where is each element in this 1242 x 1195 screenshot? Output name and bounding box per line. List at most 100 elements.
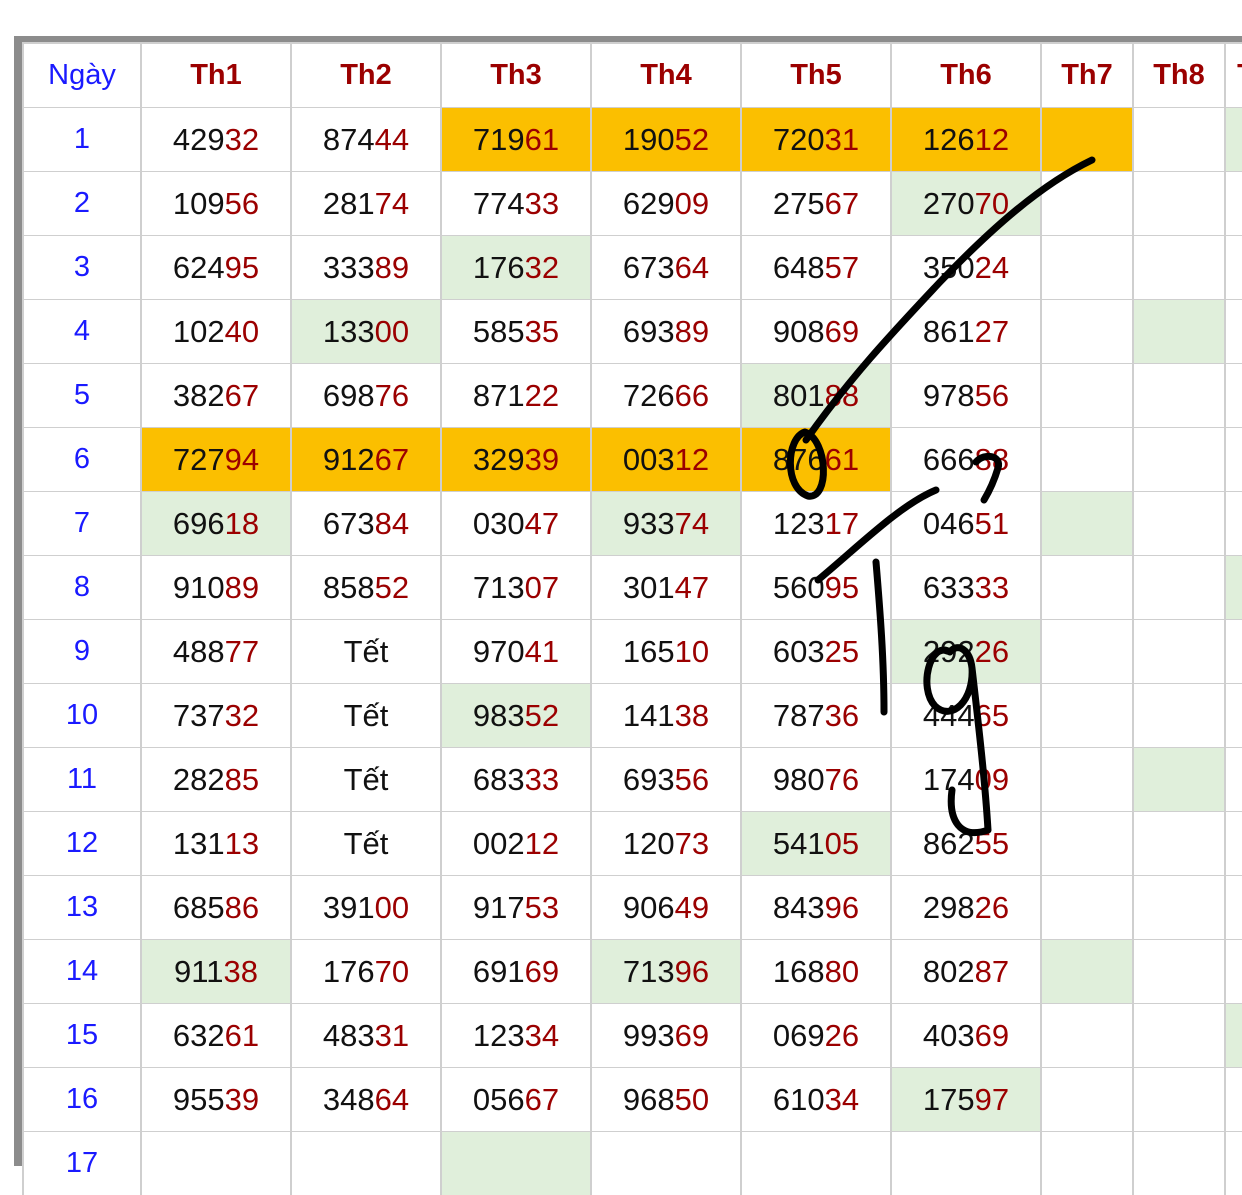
result-prefix: 993 [622, 1017, 675, 1053]
day-number: 3 [24, 236, 140, 299]
result-cell: 906 49 [592, 876, 740, 939]
result-cell: 993 69 [592, 1004, 740, 1067]
result-cell: 275 67 [742, 172, 890, 235]
result-prefix: 713 [622, 953, 675, 989]
result-cell: 719 61 [442, 108, 590, 171]
header-th3: Th3 [442, 44, 590, 107]
result-prefix: 329 [472, 441, 525, 477]
result-cell [1134, 556, 1224, 619]
result-prefix: 176 [472, 249, 525, 285]
result-prefix: 270 [922, 185, 975, 221]
result-prefix: 126 [922, 121, 975, 157]
result-cell [1226, 812, 1242, 875]
result-cell: 843 96 [742, 876, 890, 939]
result-tail: 69 [824, 313, 860, 349]
result-cell: 774 33 [442, 172, 590, 235]
result-prefix: 168 [772, 953, 825, 989]
result-cell [1042, 364, 1132, 427]
result-cell [1134, 364, 1224, 427]
result-prefix: 610 [772, 1081, 825, 1117]
result-cell: 298 26 [892, 876, 1040, 939]
result-cell [1134, 940, 1224, 1003]
result-tail: 97 [974, 1081, 1010, 1117]
result-tail: 70 [974, 185, 1010, 221]
result-cell: 429 32 [142, 108, 290, 171]
result-cell [1134, 1132, 1224, 1195]
result-prefix: 624 [172, 249, 225, 285]
result-tail: 39 [224, 1081, 260, 1117]
result-cell: 444 65 [892, 684, 1040, 747]
result-cell: 871 22 [442, 364, 590, 427]
result-prefix: 737 [172, 697, 225, 733]
result-cell [1042, 684, 1132, 747]
result-prefix: 727 [172, 441, 225, 477]
result-tail: 84 [374, 505, 410, 541]
result-tail: 32 [224, 697, 260, 733]
result-cell: 292 26 [892, 620, 1040, 683]
result-prefix: 698 [322, 377, 375, 413]
result-prefix: 933 [622, 505, 675, 541]
result-cell [1042, 172, 1132, 235]
result-prefix: 176 [322, 953, 375, 989]
result-tail: 96 [824, 889, 860, 925]
result-cell [1042, 556, 1132, 619]
result-cell: 003 12 [592, 428, 740, 491]
result-cell: Tết [292, 812, 440, 875]
result-cell [1226, 1132, 1242, 1195]
result-tail: 26 [974, 889, 1010, 925]
result-tail: 80 [824, 953, 860, 989]
result-prefix: 787 [772, 697, 825, 733]
result-cell: 693 56 [592, 748, 740, 811]
result-prefix: 912 [322, 441, 375, 477]
result-prefix: 102 [172, 313, 225, 349]
result-prefix: Tết [343, 825, 389, 861]
result-prefix: 693 [622, 761, 675, 797]
result-cell [1226, 1004, 1242, 1067]
result-prefix: 801 [772, 377, 825, 413]
result-cell: 698 76 [292, 364, 440, 427]
result-prefix: 560 [772, 569, 825, 605]
result-cell [1226, 492, 1242, 555]
result-cell: 683 33 [442, 748, 590, 811]
result-cell: Tết [292, 684, 440, 747]
result-cell: 876 61 [742, 428, 890, 491]
result-prefix: 056 [472, 1081, 525, 1117]
result-cell [1134, 172, 1224, 235]
day-number: 15 [24, 1004, 140, 1067]
result-prefix: 292 [922, 633, 975, 669]
result-prefix: 403 [922, 1017, 975, 1053]
result-prefix: Tết [343, 697, 389, 733]
result-prefix: 282 [172, 761, 225, 797]
result-prefix: 275 [772, 185, 825, 221]
result-cell: 693 89 [592, 300, 740, 363]
header-th7: Th7 [1042, 44, 1132, 107]
result-prefix: 629 [622, 185, 675, 221]
result-tail: 12 [974, 121, 1010, 157]
result-cell: 174 09 [892, 748, 1040, 811]
result-cell: 911 38 [142, 940, 290, 1003]
result-cell: 120 73 [592, 812, 740, 875]
header-t: T [1226, 44, 1242, 107]
result-prefix: 683 [472, 761, 525, 797]
result-prefix: 774 [472, 185, 525, 221]
result-cell: 382 67 [142, 364, 290, 427]
result-cell: 126 12 [892, 108, 1040, 171]
result-cell: Tết [292, 748, 440, 811]
result-cell [1226, 620, 1242, 683]
result-cell: 673 64 [592, 236, 740, 299]
result-cell: 726 66 [592, 364, 740, 427]
result-cell [442, 1132, 590, 1195]
result-prefix: 871 [472, 377, 525, 413]
result-tail: 32 [224, 121, 260, 157]
result-tail: 61 [524, 121, 560, 157]
result-tail: 40 [224, 313, 260, 349]
result-prefix: 726 [622, 377, 675, 413]
result-tail: 67 [224, 377, 260, 413]
result-prefix: 876 [772, 441, 825, 477]
result-prefix: 123 [472, 1017, 525, 1053]
result-cell [1134, 428, 1224, 491]
result-cell: 585 35 [442, 300, 590, 363]
result-tail: 50 [674, 1081, 710, 1117]
day-number: 14 [24, 940, 140, 1003]
result-prefix: 190 [622, 121, 675, 157]
